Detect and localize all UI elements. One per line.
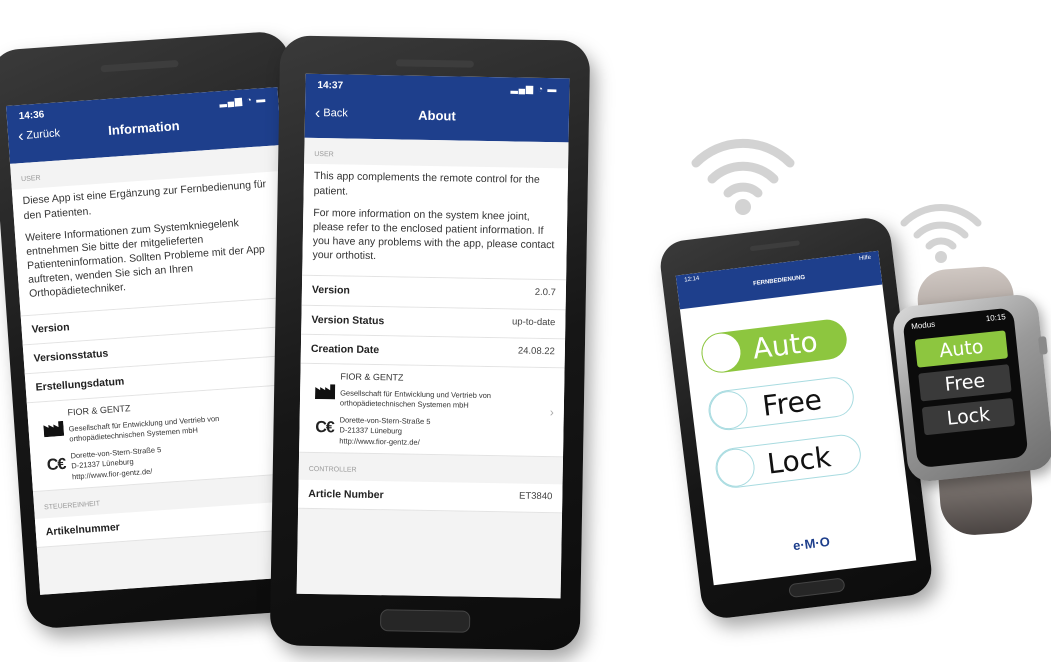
app-header: 12:14 Hilfe FERNBEDIENUNG <box>675 250 883 310</box>
wifi-signal-icon <box>691 138 795 215</box>
manufacturer-factory-icon <box>43 420 65 438</box>
toggle-knob <box>700 331 743 374</box>
watch-title: Modus <box>910 319 936 332</box>
description-text: Weitere Informationen zum Systemkniegele… <box>24 216 266 301</box>
row-value: 2.0.7 <box>534 287 556 299</box>
manufacturer-name: FIOR & GENTZ <box>340 371 404 383</box>
phone-speaker <box>749 240 800 252</box>
watch-status-bar: Modus 10:15 <box>902 307 1014 332</box>
help-link[interactable]: Hilfe <box>859 255 872 262</box>
row-label: Erstellungsdatum <box>35 375 125 394</box>
row-value: ET3840 <box>518 490 553 502</box>
about-content: USER This app complements the remote con… <box>296 137 569 599</box>
home-button <box>788 577 846 599</box>
watch-case: Modus 10:15 Auto Free Lock <box>891 292 1051 484</box>
toggle-knob <box>714 446 757 489</box>
home-button <box>379 609 471 633</box>
watch-mode-button-free[interactable]: Free <box>918 364 1012 402</box>
mode-label: Auto <box>750 324 820 366</box>
mode-button-auto[interactable]: Auto <box>699 317 849 375</box>
status-time: 14:37 <box>317 79 344 92</box>
phone-middle-screen: 14:37 ▂▄▆ ◔ ▬ ‹ Back About USER This app… <box>296 73 570 599</box>
description-text: This app complements the remote control … <box>313 170 540 198</box>
status-time: 12:14 <box>684 275 700 284</box>
mode-label: Lock <box>765 439 833 481</box>
info-row-version-status: Version Status up-to-date <box>301 305 566 340</box>
manufacturer-description: Gesellschaft für Entwicklung und Vertrie… <box>339 388 492 410</box>
watch-crown-icon <box>1038 336 1048 355</box>
row-label: Version Status <box>311 313 385 327</box>
signal-battery-icon: ▂▄▆ ◔ ▬ <box>510 83 558 95</box>
manufacturer-cell[interactable]: C€ FIOR & GENTZ Gesellschaft für Entwick… <box>299 363 565 458</box>
phone-middle: 14:37 ▂▄▆ ◔ ▬ ‹ Back About USER This app… <box>269 35 591 651</box>
row-value: 24.08.22 <box>517 345 555 357</box>
phone-right: 12:14 Hilfe FERNBEDIENUNG Auto Free Lock… <box>657 215 935 621</box>
description-text: For more information on the system knee … <box>312 206 555 263</box>
phone-speaker <box>395 59 474 68</box>
row-label: Version <box>31 320 70 336</box>
regulatory-marks: C€ <box>309 370 340 447</box>
info-row-creation-date: Creation Date 24.08.22 <box>300 334 566 369</box>
row-label: Version <box>311 284 350 298</box>
phone-right-screen: 12:14 Hilfe FERNBEDIENUNG Auto Free Lock… <box>675 250 917 586</box>
nav-row: ‹ Back About <box>305 99 569 134</box>
description-cell: Diese App ist eine Ergänzung zur Fernbed… <box>11 171 293 317</box>
brand-logo: e·M·O <box>792 533 831 554</box>
info-content: USER Diese App ist eine Ergänzung zur Fe… <box>10 144 312 595</box>
row-label: Versionsstatus <box>33 347 109 365</box>
wifi-signal-icon <box>900 204 982 263</box>
info-row-version: Version 2.0.7 <box>301 276 567 311</box>
watch-mode-button-auto[interactable]: Auto <box>914 330 1009 368</box>
description-cell: This app complements the remote control … <box>302 164 569 281</box>
ce-mark-icon: C€ <box>46 455 66 475</box>
row-label: Creation Date <box>310 342 380 356</box>
mode-button-lock[interactable]: Lock <box>713 432 864 491</box>
phone-left-screen: 14:36 ▂▄▆ ◔ ▬ ‹ Zurück Information USER … <box>6 87 312 595</box>
ce-mark-icon: C€ <box>315 418 334 437</box>
watch-time: 10:15 <box>985 312 1007 324</box>
watch-mode-button-lock[interactable]: Lock <box>921 397 1016 436</box>
phone-speaker <box>100 59 179 73</box>
manufacturer-factory-icon <box>315 384 336 400</box>
page-title: About <box>418 107 456 124</box>
row-label: Article Number <box>308 487 384 501</box>
manufacturer-text: FIOR & GENTZ Gesellschaft für Entwicklun… <box>339 370 550 450</box>
mode-label: Free <box>760 382 824 423</box>
row-label: Artikelnummer <box>45 520 121 538</box>
toggle-knob <box>707 388 750 432</box>
manufacturer-text: FIOR & GENTZ Gesellschaft für Entwicklun… <box>67 391 294 482</box>
info-row-article-number: Article Number ET3840 <box>298 479 563 514</box>
chevron-right-icon: › <box>549 405 554 420</box>
watch-screen: Modus 10:15 Auto Free Lock <box>902 307 1029 469</box>
row-value: up-to-date <box>511 316 556 328</box>
mode-button-free[interactable]: Free <box>706 374 857 433</box>
status-bar: 14:37 ▂▄▆ ◔ ▬ <box>305 74 569 96</box>
app-header: 14:37 ▂▄▆ ◔ ▬ ‹ Back About <box>304 73 570 143</box>
